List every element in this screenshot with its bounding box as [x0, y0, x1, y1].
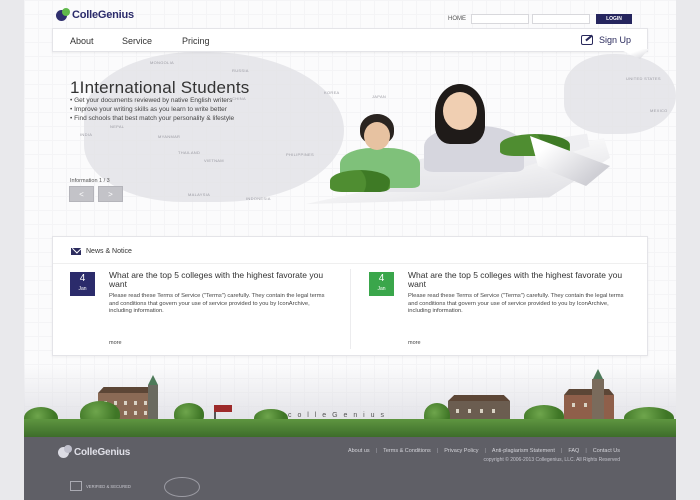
hero-bullet: Improve your writing skills as you learn…: [70, 105, 234, 114]
more-link[interactable]: more: [408, 340, 421, 346]
tower-roof: [593, 369, 603, 379]
map-label: MALAYSIA: [188, 192, 211, 197]
footer-logo[interactable]: ColleGenius: [58, 445, 130, 459]
map-label: UNITED STATES: [626, 76, 661, 81]
date-day: 4: [378, 273, 385, 284]
verified-badge[interactable]: VERIFIED & SECURED: [70, 481, 131, 491]
date-month: Jan: [78, 286, 87, 292]
mail-icon: [71, 248, 81, 255]
username-input[interactable]: [471, 14, 529, 24]
clock-tower: [148, 385, 158, 421]
copyright: copyright © 2006-2013 Collegenius, LLC. …: [483, 457, 620, 463]
hero-trees: [330, 170, 390, 192]
news-title: News & Notice: [86, 248, 132, 255]
logo-mark-icon: [58, 445, 72, 459]
student-girl-face: [443, 92, 477, 130]
date-badge: 4 Jan: [70, 272, 95, 296]
chapel-tower: [592, 379, 604, 423]
password-input[interactable]: [532, 14, 590, 24]
page: MONGOLIA CHINA KOREA JAPAN INDIA NEPAL M…: [24, 0, 676, 500]
hero-bullet: Get your documents reviewed by native En…: [70, 96, 234, 105]
map-label: MONGOLIA: [150, 60, 174, 65]
main-nav: About Service Pricing Sign Up: [52, 28, 649, 59]
news-column-divider: [350, 269, 351, 349]
map-label: MEXICO: [650, 108, 668, 113]
news-panel: News & Notice 4 Jan What are the top 5 c…: [52, 236, 648, 356]
map-label: THAILAND: [178, 150, 201, 155]
article-title[interactable]: What are the top 5 colleges with the hig…: [408, 271, 638, 289]
footer-logo-text: ColleGenius: [74, 446, 131, 458]
nav-item-about[interactable]: About: [70, 36, 94, 46]
article-title[interactable]: What are the top 5 colleges with the hig…: [109, 271, 339, 289]
footer-link-antiplagiarism[interactable]: Anti-plagiarism Statement: [492, 448, 555, 454]
date-day: 4: [79, 273, 86, 284]
footer-link-contact[interactable]: Contact Us: [593, 448, 620, 454]
date-month: Jan: [377, 286, 386, 292]
nav-item-pricing[interactable]: Pricing: [182, 36, 210, 46]
grass-strip: [24, 419, 676, 437]
hero-bullet: Find schools that best match your person…: [70, 114, 234, 123]
sign-board: [214, 405, 232, 412]
logo-text: ColleGenius: [72, 9, 134, 21]
footer-link-privacy[interactable]: Privacy Policy: [444, 448, 478, 454]
signup-button[interactable]: Sign Up: [580, 35, 631, 45]
signup-label: Sign Up: [598, 35, 631, 45]
site-logo[interactable]: ColleGenius: [56, 8, 134, 22]
login-button[interactable]: LOGIN: [596, 14, 632, 24]
campus-scenery: c o l l e G e n i u s: [24, 365, 676, 437]
news-header: News & Notice: [71, 248, 132, 255]
footer: ColleGenius About us | Terms & Condition…: [24, 437, 676, 500]
next-slide-button[interactable]: >: [98, 186, 123, 202]
map-label: NEPAL: [110, 124, 125, 129]
student-boy-face: [364, 122, 390, 150]
scattered-logo-text: c o l l e G e n i u s: [288, 412, 387, 419]
footer-link-about[interactable]: About us: [348, 448, 370, 454]
map-label: RUSSIA: [232, 68, 249, 73]
more-link[interactable]: more: [109, 340, 122, 346]
hero-title: 1International Students: [70, 78, 250, 97]
map-label: MYANMAR: [158, 134, 181, 139]
date-badge: 4 Jan: [369, 272, 394, 296]
seal-badge-icon[interactable]: [164, 477, 200, 497]
footer-link-terms[interactable]: Terms & Conditions: [383, 448, 431, 454]
news-divider: [53, 263, 647, 264]
home-link[interactable]: HOME: [448, 16, 466, 22]
nav-item-service[interactable]: Service: [122, 36, 152, 46]
map-label: VIETNAM: [204, 158, 224, 163]
logo-mark-icon: [56, 8, 70, 22]
login-bar: HOME LOGIN: [448, 14, 632, 24]
edit-icon: [580, 35, 593, 45]
footer-links: About us | Terms & Conditions | Privacy …: [347, 448, 620, 454]
verified-badge-text: VERIFIED & SECURED: [86, 483, 131, 489]
article-body: Please read these Terms of Service ("Ter…: [109, 293, 325, 315]
tower-roof: [148, 375, 158, 385]
prev-slide-button[interactable]: <: [69, 186, 94, 202]
slide-counter: Information 1 / 3: [70, 178, 110, 184]
shield-icon: [70, 481, 82, 491]
article-body: Please read these Terms of Service ("Ter…: [408, 293, 624, 315]
map-label: INDONESIA: [246, 196, 271, 201]
hero-photo: [300, 84, 620, 210]
hero-bullets: Get your documents reviewed by native En…: [70, 96, 234, 123]
footer-link-faq[interactable]: FAQ: [568, 448, 579, 454]
map-label: INDIA: [80, 132, 93, 137]
